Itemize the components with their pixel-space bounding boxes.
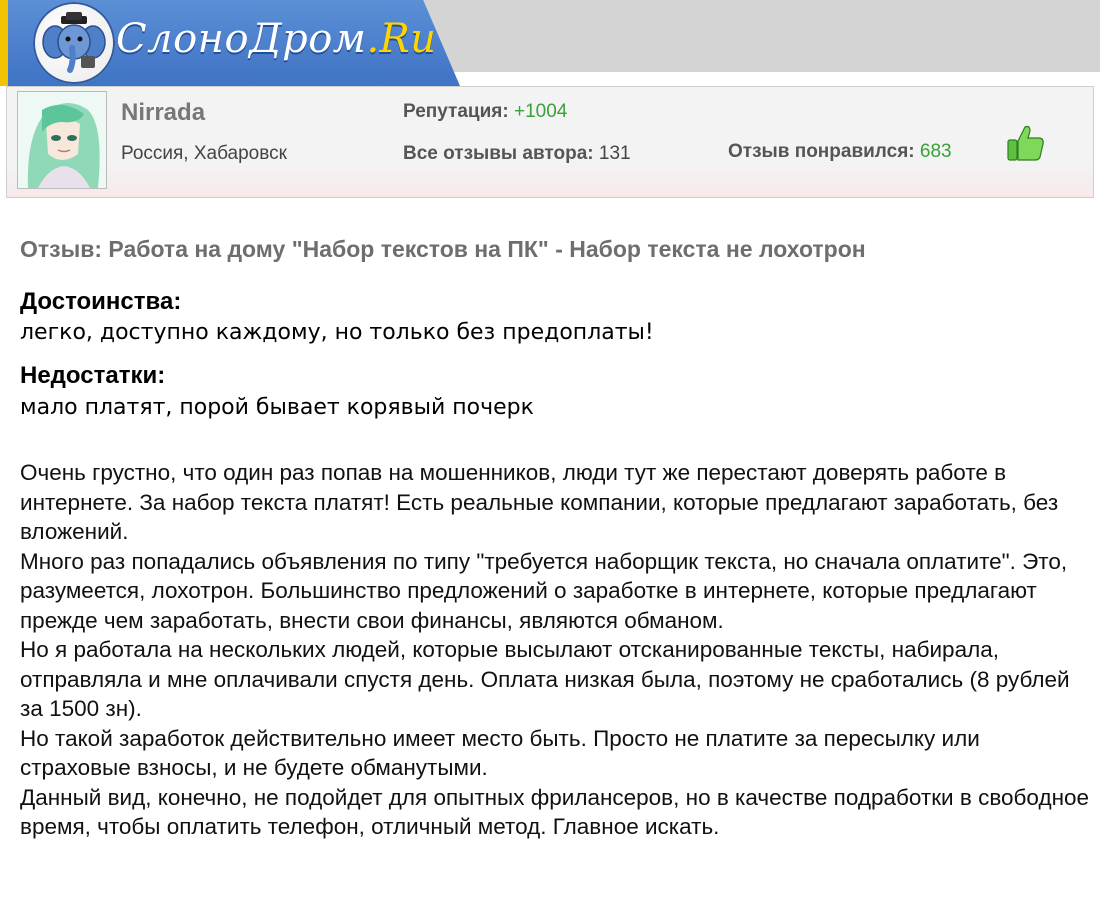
all-reviews-count: 131 — [598, 143, 631, 164]
all-reviews[interactable]: Все отзывы автора: 131 — [403, 143, 631, 165]
author-card: Nirrada Россия, Хабаровск Репутация: +10… — [6, 86, 1094, 198]
liked-count: 683 — [919, 141, 952, 162]
reputation-value: +1004 — [513, 101, 568, 122]
review-liked: Отзыв понравился: 683 — [728, 141, 952, 162]
review-paragraph: Но такой заработок действительно имеет м… — [20, 725, 980, 781]
thumbs-up-icon[interactable] — [1006, 123, 1046, 163]
logo-domain: .Ru — [366, 16, 437, 62]
logo-badge — [33, 2, 115, 84]
logo-accent-stripe — [0, 0, 8, 86]
author-name[interactable]: Nirrada — [121, 99, 205, 127]
review-paragraph: Данный вид, конечно, не подойдет для опы… — [20, 784, 1090, 840]
pros-heading: Достоинства: — [20, 288, 182, 315]
review-paragraph: Очень грустно, что один раз попав на мош… — [20, 460, 1059, 544]
review-paragraph: Но я работала на нескольких людей, котор… — [20, 637, 1070, 721]
cons-text: мало платят, порой бывает корявый почерк — [20, 395, 534, 420]
author-location: Россия, Хабаровск — [121, 143, 287, 164]
review-body: Очень грустно, что один раз попав на мош… — [20, 458, 1090, 842]
reputation: Репутация: +1004 — [403, 101, 568, 122]
cons-heading: Недостатки: — [20, 362, 166, 389]
elephant-icon — [42, 12, 106, 73]
avatar[interactable] — [17, 91, 107, 189]
logo-text: СлоноДром.Ru — [116, 16, 437, 62]
pros-text: легко, доступно каждому, но только без п… — [20, 320, 654, 345]
site-logo[interactable]: СлоноДром.Ru — [0, 0, 460, 86]
review-paragraph: Много раз попадались объявления по типу … — [20, 548, 1068, 633]
review-title: Отзыв: Работа на дому "Набор текстов на … — [20, 236, 866, 262]
